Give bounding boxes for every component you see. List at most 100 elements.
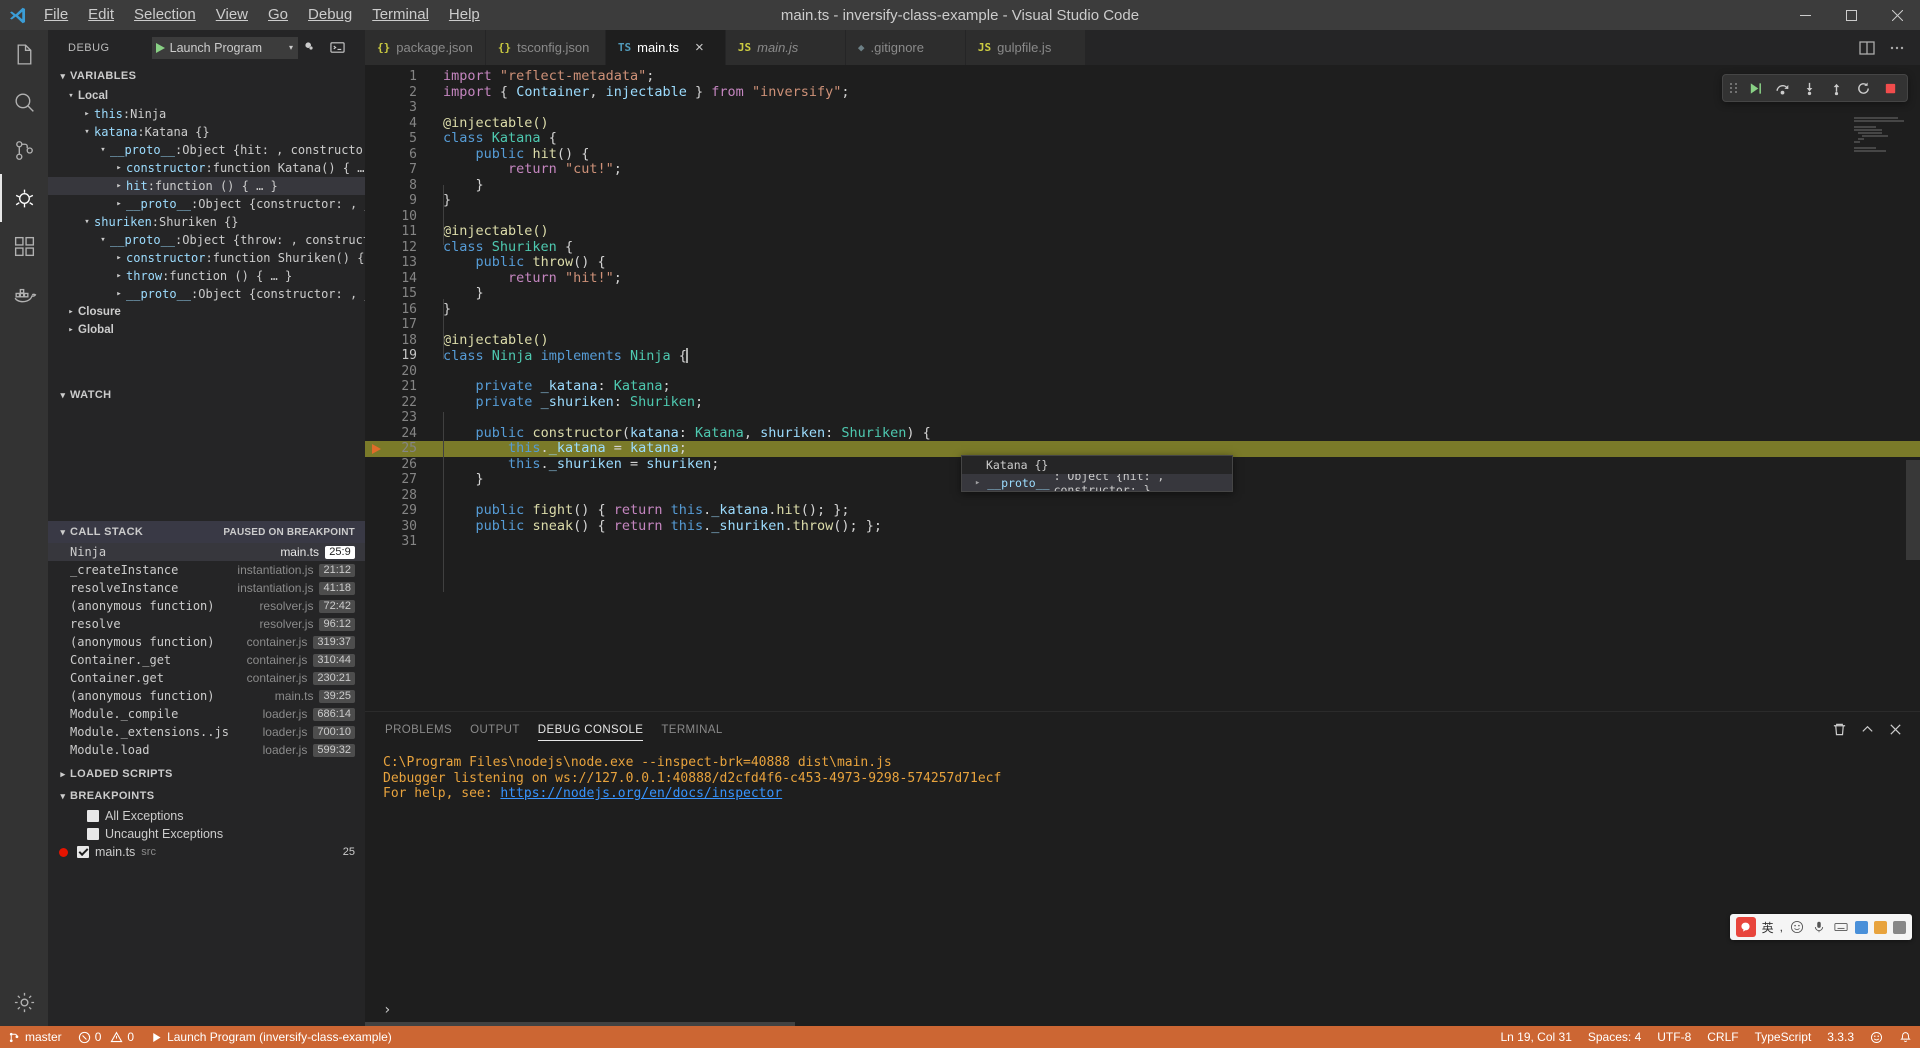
menu-go[interactable]: Go [258, 0, 298, 30]
line-content[interactable]: return "cut!"; [417, 161, 622, 178]
code-line[interactable]: 30 public sneak() { return this._shurike… [365, 518, 1920, 535]
debug-hover-tooltip[interactable]: Katana {} ▸ __proto__ : Object {hit: , c… [961, 455, 1233, 492]
callstack-frame[interactable]: resolveInstance instantiation.js 41:18 [48, 579, 365, 597]
variable-row[interactable]: this: Ninja [48, 105, 365, 123]
more-actions-icon[interactable] [1884, 33, 1910, 63]
line-content[interactable]: private _shuriken: Shuriken; [417, 394, 704, 411]
status-eol[interactable]: CRLF [1699, 1026, 1746, 1048]
line-content[interactable]: this._katana = katana; [417, 440, 687, 457]
source-control-icon[interactable] [0, 126, 48, 174]
twisty-icon[interactable] [112, 181, 126, 191]
breakpoints-section-header[interactable]: BREAKPOINTS [48, 785, 365, 807]
sogou-ime-logo-icon[interactable] [1735, 917, 1756, 937]
status-problems[interactable]: 0 0 [70, 1026, 142, 1048]
callstack-frame[interactable]: (anonymous function) container.js 319:37 [48, 633, 365, 651]
twisty-icon[interactable] [56, 527, 70, 538]
twisty-icon[interactable]: ▸ [972, 478, 983, 488]
search-icon[interactable] [0, 78, 48, 126]
loaded-scripts-section-header[interactable]: LOADED SCRIPTS [48, 763, 365, 785]
settings-gear-icon[interactable] [0, 978, 48, 1026]
maximize-panel-icon[interactable] [1854, 717, 1880, 743]
split-editor-icon[interactable] [1854, 33, 1880, 63]
callstack-frame[interactable]: Module._compile loader.js 686:14 [48, 705, 365, 723]
line-content[interactable]: class Shuriken { [417, 239, 573, 256]
twisty-icon[interactable] [64, 325, 78, 335]
line-content[interactable]: return "hit!"; [417, 270, 622, 287]
menu-debug[interactable]: Debug [298, 0, 362, 30]
status-cursor-position[interactable]: Ln 19, Col 31 [1492, 1026, 1579, 1048]
debug-console-output[interactable]: C:\Program Files\nodejs\node.exe --inspe… [365, 747, 1920, 1026]
code-line[interactable]: 13 public throw() { [365, 254, 1920, 271]
menu-help[interactable]: Help [439, 0, 490, 30]
twisty-icon[interactable] [64, 91, 78, 101]
line-content[interactable]: class Ninja implements Ninja { [417, 347, 688, 365]
code-line[interactable]: 14 return "hit!"; [365, 270, 1920, 287]
line-content[interactable]: import { Container, injectable } from "i… [417, 84, 849, 101]
code-line[interactable]: 9} [365, 192, 1920, 209]
twisty-icon[interactable] [112, 199, 126, 209]
ime-toolbar[interactable]: 英 , [1729, 914, 1912, 940]
twisty-icon[interactable] [112, 253, 126, 263]
line-content[interactable]: } [417, 471, 484, 488]
line-content[interactable]: public constructor(katana: Katana, shuri… [417, 425, 931, 442]
breakpoint-checkbox[interactable] [87, 810, 99, 822]
code-editor[interactable]: 1 import "reflect-metadata"; 2 import { Con… [365, 65, 1920, 711]
maximize-button[interactable] [1828, 0, 1874, 30]
variable-row[interactable]: __proto__: Object {throw: , constructor:… [48, 231, 365, 249]
debug-icon[interactable] [0, 174, 48, 222]
line-content[interactable]: public throw() { [417, 254, 606, 271]
code-line[interactable]: 16} [365, 301, 1920, 318]
close-panel-icon[interactable] [1882, 717, 1908, 743]
panel-tab[interactable]: OUTPUT [470, 712, 520, 747]
close-button[interactable] [1874, 0, 1920, 30]
twisty-icon[interactable] [80, 217, 94, 227]
callstack-list[interactable]: Ninja main.ts 25:9 _createInstance instantia… [48, 543, 365, 759]
launch-config-dropdown[interactable]: Launch Program ▾ [151, 36, 299, 59]
line-content[interactable]: public sneak() { return this._shuriken.t… [417, 518, 883, 535]
breakpoint-row[interactable]: main.ts src 25 [48, 843, 365, 861]
callstack-frame[interactable]: (anonymous function) resolver.js 72:42 [48, 597, 365, 615]
code-line[interactable]: 20 [365, 364, 1920, 380]
code-line[interactable]: 18 @injectable() [365, 332, 1920, 349]
editor-tab[interactable]: ◆ .gitignore [845, 30, 966, 65]
twisty-icon[interactable] [56, 71, 70, 82]
restart-button[interactable] [1851, 76, 1876, 100]
console-link[interactable]: https://nodejs.org/en/docs/inspector [500, 786, 782, 801]
code-line[interactable]: 21 private _katana: Katana; [365, 378, 1920, 395]
variable-row[interactable]: __proto__: Object {constructor: , __defi… [48, 285, 365, 303]
callstack-frame[interactable]: Container._get container.js 310:44 [48, 651, 365, 669]
line-content[interactable]: private _katana: Katana; [417, 378, 671, 395]
panel-tab[interactable]: DEBUG CONSOLE [537, 712, 644, 747]
status-feedback[interactable] [1862, 1026, 1891, 1048]
code-line[interactable]: 8 } [365, 177, 1920, 194]
start-debugging-icon[interactable] [155, 42, 165, 53]
line-content[interactable]: @injectable() [417, 223, 549, 240]
scrollbar-thumb[interactable] [1906, 460, 1920, 560]
variables-section-header[interactable]: VARIABLES [48, 65, 365, 87]
stop-button[interactable] [1878, 76, 1903, 100]
menu-file[interactable]: File [34, 0, 78, 30]
variable-row[interactable]: throw: function () { … } [48, 267, 365, 285]
apps-icon[interactable] [1893, 920, 1906, 934]
variable-row[interactable]: Local [48, 87, 365, 105]
debug-toolbar[interactable] [1722, 74, 1908, 102]
callstack-frame[interactable]: Ninja main.ts 25:9 [48, 543, 365, 561]
code-line[interactable]: 10 [365, 209, 1920, 225]
line-content[interactable]: } [417, 301, 451, 318]
callstack-section-header[interactable]: CALL STACK PAUSED ON BREAKPOINT [48, 521, 365, 543]
menu-bar[interactable]: File Edit Selection View Go Debug Termin… [34, 0, 490, 30]
status-ts-version[interactable]: 3.3.3 [1819, 1026, 1862, 1048]
code-line[interactable]: 5 class Katana { [365, 130, 1920, 147]
twisty-icon[interactable] [96, 235, 110, 245]
variables-tree[interactable]: Localthis: Ninjakatana: Katana {}__proto… [48, 87, 365, 339]
line-content[interactable]: } [417, 177, 484, 194]
breakpoint-gutter[interactable] [365, 443, 387, 454]
variable-row[interactable]: Global [48, 321, 365, 339]
watch-tree[interactable] [48, 406, 365, 521]
breakpoint-checkbox[interactable] [87, 828, 99, 840]
line-content[interactable]: this._shuriken = shuriken; [417, 456, 719, 473]
code-line[interactable]: 22 private _shuriken: Shuriken; [365, 394, 1920, 411]
line-content[interactable]: public hit() { [417, 146, 590, 163]
variable-row[interactable]: __proto__: Object {hit: , constructor: } [48, 141, 365, 159]
docker-icon[interactable] [0, 270, 48, 318]
